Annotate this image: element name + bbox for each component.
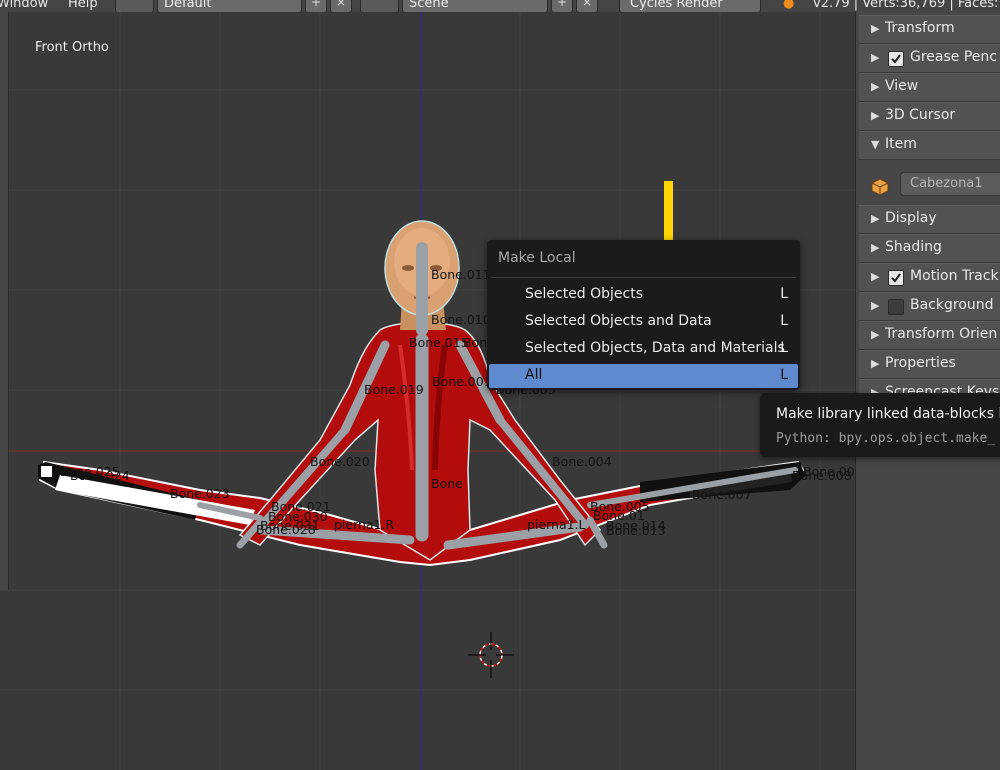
bone-label: Bone.019 (364, 382, 424, 397)
version-stats: v2.79 | Verts:36,769 | Faces: (813, 0, 999, 11)
panel-transform-orientations[interactable]: ▶ Transform Orien (859, 321, 1000, 350)
panel-label: Transform Orien (885, 326, 998, 342)
expand-arrow-icon: ▶ (871, 80, 880, 93)
bone-label: Bone.028 (256, 522, 316, 537)
menu-window[interactable]: Window (0, 0, 48, 11)
blender-logo-icon: ● (783, 0, 795, 11)
menu-help[interactable]: Help (68, 0, 98, 11)
expand-arrow-icon: ▶ (871, 270, 880, 283)
panel-label: Transform (885, 20, 955, 36)
expand-arrow-icon: ▶ (871, 22, 880, 35)
bone-label: Bone.011 (431, 267, 491, 282)
bone-label: Bone.001 (432, 374, 492, 389)
menu-item-label: Selected Objects, Data and Materials (525, 340, 785, 356)
object-name: Cabezona1 (910, 176, 983, 191)
panel-label: Display (885, 210, 937, 226)
menu-item-shortcut: L (780, 367, 788, 383)
panel-label: Background (910, 297, 994, 313)
panel-label: View (885, 78, 919, 94)
expand-arrow-icon: ▶ (871, 299, 880, 312)
render-engine-dropdown[interactable]: Cycles Render (619, 0, 761, 12)
screen-layout-name: Default (164, 0, 212, 11)
panel-3d-cursor[interactable]: ▶ 3D Cursor (859, 102, 1000, 131)
panel-label: Motion Track (910, 268, 999, 284)
bone-label: pierna1.R (334, 517, 395, 532)
render-engine-label: Cycles Render (630, 0, 723, 11)
checkbox-unchecked-icon[interactable] (888, 299, 904, 315)
screen-layout-icon[interactable] (115, 0, 154, 12)
expand-arrow-icon: ▶ (871, 241, 880, 254)
bone-label: Bone.020 (310, 454, 370, 469)
object-name-field[interactable]: Cabezona1 (900, 172, 1000, 196)
tool-shelf-edge[interactable] (0, 12, 9, 590)
panel-properties[interactable]: ▶ Properties (859, 350, 1000, 379)
tooltip-description: Make library linked data-blocks loc (776, 406, 1000, 422)
checkbox-checked-icon[interactable] (888, 270, 904, 286)
panel-grease-pencil[interactable]: ▶ Grease Penc (859, 44, 1000, 73)
expand-arrow-icon: ▶ (871, 51, 880, 64)
menu-item-shortcut: L (780, 313, 788, 329)
panel-label: Item (885, 136, 917, 152)
panel-motion-tracking[interactable]: ▶ Motion Track (859, 263, 1000, 292)
object-cube-icon (871, 178, 889, 196)
screen-layout-field[interactable]: Default (157, 0, 302, 12)
menu-item-selected-objects-and-data[interactable]: Selected Objects and Data L (489, 310, 798, 334)
bone-label: pierna1.L (527, 517, 586, 532)
add-layout-button[interactable]: + (305, 0, 327, 12)
menu-item-shortcut: L (780, 286, 788, 302)
remove-layout-button[interactable]: × (330, 0, 352, 12)
menu-item-shortcut: L (780, 340, 788, 356)
expand-arrow-icon: ▶ (871, 328, 880, 341)
menu-item-selected-objects[interactable]: Selected Objects L (489, 283, 798, 307)
scene-field[interactable]: Scene (402, 0, 548, 12)
menu-separator (491, 277, 796, 278)
bone-label: Bone.023 (170, 486, 230, 501)
panel-item[interactable]: ▼ Item (859, 131, 1000, 160)
menu-item-all[interactable]: All L (489, 364, 798, 388)
make-local-menu: Make Local Selected Objects L Selected O… (487, 240, 800, 390)
panel-label: 3D Cursor (885, 107, 956, 123)
panel-view[interactable]: ▶ View (859, 73, 1000, 102)
panel-label: Grease Penc (910, 49, 997, 65)
bone-label: Bone.010 (431, 312, 491, 327)
3d-cursor-icon (468, 632, 514, 678)
item-panel-content: Cabezona1 (859, 169, 1000, 205)
bone-label: Bone.013 (606, 523, 666, 538)
panel-display[interactable]: ▶ Display (859, 205, 1000, 234)
menu-item-label: Selected Objects (525, 286, 644, 302)
bone-label: Bone.015 (409, 335, 469, 350)
scene-name: Scene (409, 0, 449, 11)
expand-arrow-icon: ▶ (871, 212, 880, 225)
remove-scene-button[interactable]: × (576, 0, 598, 12)
3d-viewport[interactable]: Bone.011 Bone.010 Bone.015 Bone.027 Bone… (0, 12, 855, 770)
scene-icon[interactable] (360, 0, 399, 12)
bone-label: Bone.004 (552, 454, 612, 469)
expand-arrow-icon: ▶ (871, 109, 880, 122)
menu-item-selected-objects-data-materials[interactable]: Selected Objects, Data and Materials L (489, 337, 798, 361)
menu-title: Make Local (498, 250, 576, 266)
menu-item-label: All (525, 367, 543, 383)
viewport-scene: Bone.011 Bone.010 Bone.015 Bone.027 Bone… (0, 12, 855, 770)
add-scene-button[interactable]: + (551, 0, 573, 12)
tooltip-python: Python: bpy.ops.object.make_ (776, 431, 996, 446)
panel-shading[interactable]: ▶ Shading (859, 234, 1000, 263)
panel-label: Properties (885, 355, 956, 371)
bone-label: Bone.007 (692, 487, 752, 502)
panel-transform[interactable]: ▶ Transform (859, 15, 1000, 44)
menu-item-label: Selected Objects and Data (525, 313, 712, 329)
tooltip: Make library linked data-blocks loc Pyth… (760, 393, 1000, 457)
bone-label: Bone.008 (792, 468, 852, 483)
view-label: Front Ortho (35, 40, 109, 55)
bone-label: Bone.024 (70, 468, 130, 483)
properties-side-panel: ▶ Transform ▶ Grease Penc ▶ View ▶ 3D Cu… (855, 12, 1000, 770)
checkbox-checked-icon[interactable] (888, 51, 904, 67)
top-header-bar: Window Help Default + × Scene + × Cycles… (0, 0, 1000, 12)
bone-label: Bone (431, 476, 463, 491)
expand-arrow-icon: ▶ (871, 357, 880, 370)
collapse-arrow-icon: ▼ (871, 138, 880, 151)
panel-label: Shading (885, 239, 942, 255)
panel-background[interactable]: ▶ Background (859, 292, 1000, 321)
